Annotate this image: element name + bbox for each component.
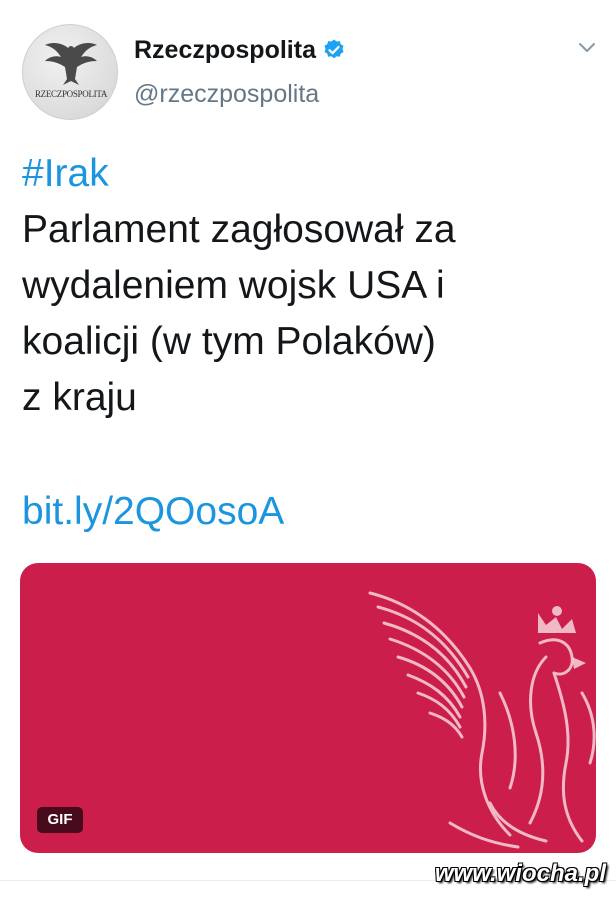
tweet-text-line: Parlament zagłosował za [22,208,456,251]
chevron-down-icon[interactable] [576,36,598,58]
verified-badge-icon [324,39,344,59]
name-row: Rzeczpospolita [134,32,346,68]
site-watermark: www.wiocha.pl [434,860,606,887]
display-name[interactable]: Rzeczpospolita [134,36,316,65]
tweet-header: RZECZPOSPOLITA Rzeczpospolita @rzeczposp… [20,22,600,122]
avatar[interactable]: RZECZPOSPOLITA [22,24,118,120]
tweet-text-line: koalicji (w tym Polaków) [22,320,436,363]
eagle-emblem-icon [368,591,596,849]
gif-badge: GIF [37,807,83,833]
hashtag-link[interactable]: #Irak [22,146,582,202]
tweet-text-line: z kraju [22,376,137,419]
tweet-text: #Irak Parlament zagłosował za wydaleniem… [22,146,582,426]
avatar-logo-text: RZECZPOSPOLITA [34,89,108,99]
tweet-card[interactable]: RZECZPOSPOLITA Rzeczpospolita @rzeczposp… [0,0,616,900]
user-handle[interactable]: @rzeczpospolita [134,80,319,109]
tweet-text-line: wydaleniem wojsk USA i [22,264,445,307]
gif-media[interactable]: GIF [20,563,596,853]
shortened-link[interactable]: bit.ly/2QOosoA [22,484,284,540]
eagle-logo-icon [45,43,97,85]
